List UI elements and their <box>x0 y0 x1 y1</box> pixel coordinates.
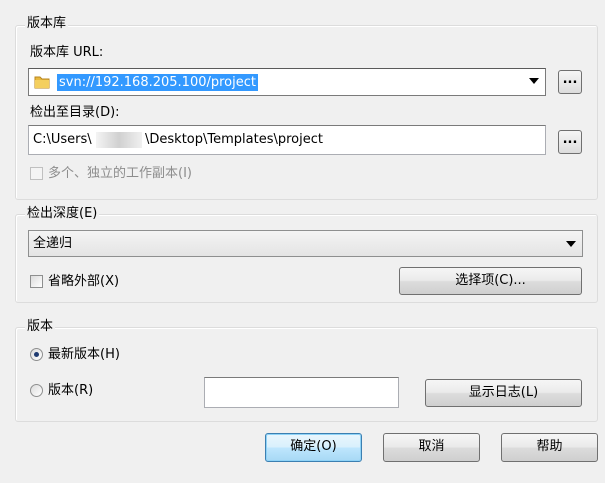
browse-repository-button[interactable]: ... <box>558 70 582 94</box>
checkout-dir-label: 检出至目录(D): <box>30 105 120 120</box>
redacted-username <box>96 132 142 148</box>
checkout-dir-input[interactable]: C:\Users\ \Desktop\Templates\project <box>28 125 546 155</box>
checkout-dir-prefix: C:\Users\ <box>33 132 92 147</box>
folder-icon <box>34 74 50 94</box>
repository-url-label: 版本库 URL: <box>30 45 104 60</box>
browse-checkout-dir-button[interactable]: ... <box>558 130 582 154</box>
repository-group-title: 版本库 <box>25 16 69 32</box>
head-revision-radio[interactable] <box>30 348 43 361</box>
omit-externals-label: 省略外部(X) <box>48 274 120 289</box>
repository-url-combo[interactable]: svn://192.168.205.100/project <box>28 68 546 96</box>
specific-revision-label: 版本(R) <box>48 383 94 398</box>
revision-group-title: 版本 <box>25 319 56 335</box>
help-button[interactable]: 帮助 <box>501 433 598 462</box>
depth-selected-value: 全递归 <box>33 236 73 251</box>
repository-url-value[interactable]: svn://192.168.205.100/project <box>57 74 258 91</box>
chevron-down-icon[interactable] <box>566 241 576 247</box>
choose-items-button[interactable]: 选择项(C)... <box>399 267 582 295</box>
head-revision-label: 最新版本(H) <box>48 347 120 362</box>
ok-button[interactable]: 确定(O) <box>265 433 362 462</box>
depth-select[interactable]: 全递归 <box>28 230 583 257</box>
omit-externals-checkbox[interactable] <box>30 275 43 288</box>
specific-revision-radio[interactable] <box>30 384 43 397</box>
multiple-working-copies-label: 多个、独立的工作副本(I) <box>48 166 192 181</box>
checkout-dir-suffix: \Desktop\Templates\project <box>145 132 323 147</box>
chevron-down-icon[interactable] <box>529 78 539 84</box>
cancel-button[interactable]: 取消 <box>383 433 480 462</box>
depth-group-title: 检出深度(E) <box>25 206 100 222</box>
multiple-working-copies-checkbox[interactable] <box>30 167 43 180</box>
revision-number-input[interactable] <box>204 377 399 408</box>
show-log-button[interactable]: 显示日志(L) <box>425 379 582 407</box>
radio-selected-dot <box>34 352 39 357</box>
